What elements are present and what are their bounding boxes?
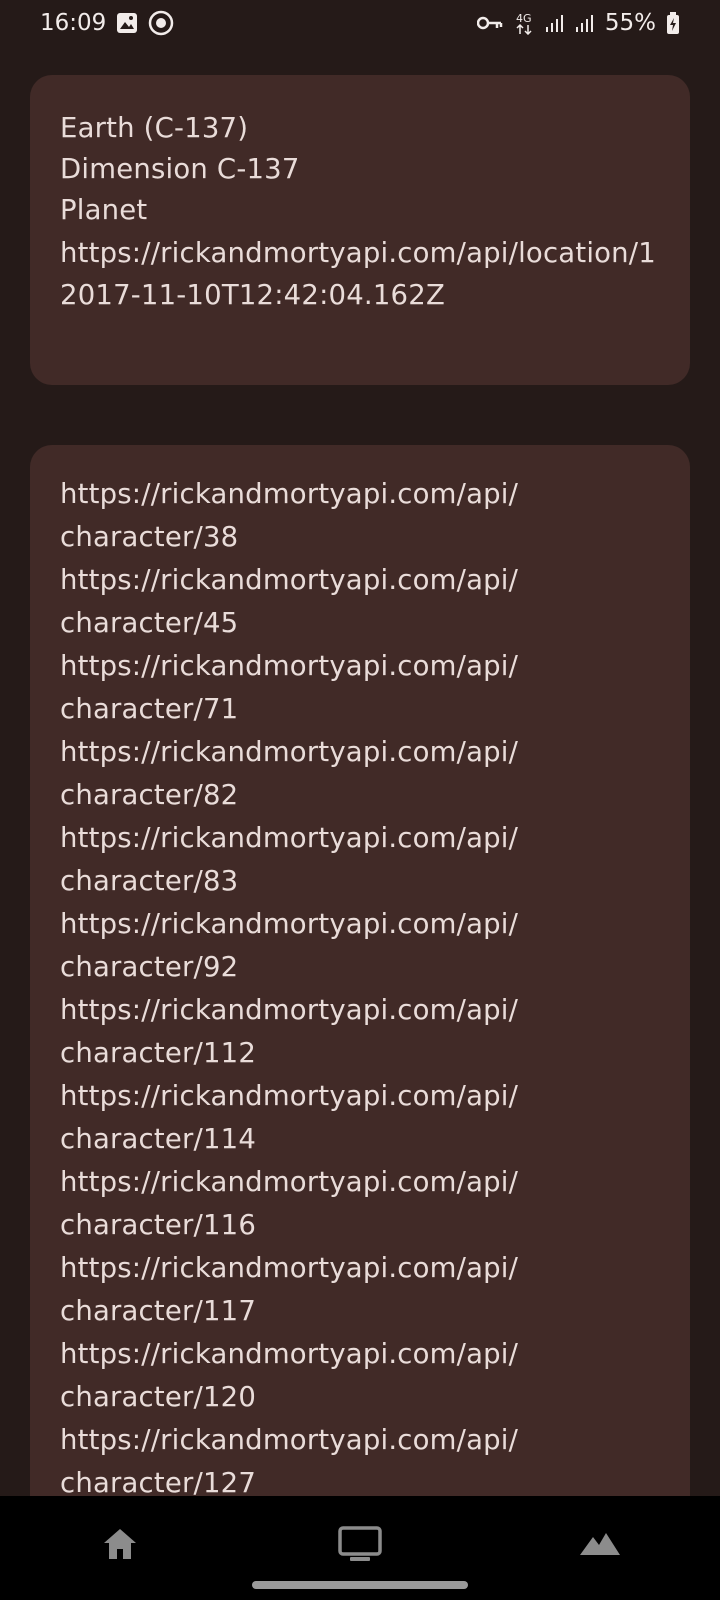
home-icon [102, 1527, 138, 1565]
svg-text:4G: 4G [516, 12, 532, 25]
4g-icon: 4G [513, 11, 535, 35]
residents-card: https://rickandmortyapi.com/api/characte… [30, 445, 690, 1585]
clock: 16:09 [40, 10, 107, 36]
status-left: 16:09 [40, 10, 174, 36]
battery-icon [666, 11, 680, 35]
resident-url: https://rickandmortyapi.com/api/characte… [60, 478, 519, 553]
location-card: Earth (C-137) Dimension C-137 Planet htt… [30, 75, 690, 385]
content: Earth (C-137) Dimension C-137 Planet htt… [30, 75, 690, 1585]
home-button[interactable] [90, 1524, 150, 1568]
location-created: 2017-11-10T12:42:04.162Z [60, 279, 445, 311]
status-bar: 16:09 4G 55% [0, 0, 720, 46]
image-icon [116, 12, 138, 34]
key-icon [476, 15, 503, 31]
status-right: 4G 55% [476, 10, 680, 36]
battery-percent: 55% [604, 10, 656, 36]
location-url: https://rickandmortyapi.com/api/location… [60, 237, 656, 269]
location-type: Planet [60, 194, 148, 226]
monitor-icon [338, 1526, 382, 1566]
resident-url: https://rickandmortyapi.com/api/characte… [60, 564, 519, 639]
resident-url: https://rickandmortyapi.com/api/characte… [60, 650, 519, 725]
app-notification-icon [148, 10, 174, 36]
resident-url: https://rickandmortyapi.com/api/characte… [60, 1252, 519, 1327]
bottom-navigation [0, 1496, 720, 1600]
resident-url: https://rickandmortyapi.com/api/characte… [60, 1338, 519, 1413]
gesture-handle[interactable] [252, 1581, 468, 1589]
location-name: Earth (C-137) [60, 112, 249, 144]
location-dimension: Dimension C-137 [60, 153, 300, 185]
landscape-icon [579, 1531, 621, 1561]
resident-url: https://rickandmortyapi.com/api/characte… [60, 1080, 519, 1155]
resident-url: https://rickandmortyapi.com/api/characte… [60, 822, 519, 897]
resident-url: https://rickandmortyapi.com/api/characte… [60, 1166, 519, 1241]
resident-url: https://rickandmortyapi.com/api/characte… [60, 736, 519, 811]
signal-icon [575, 13, 595, 33]
monitor-button[interactable] [330, 1524, 390, 1568]
resident-url: https://rickandmortyapi.com/api/characte… [60, 1424, 519, 1499]
landscape-button[interactable] [570, 1524, 630, 1568]
signal-icon [545, 13, 565, 33]
resident-url: https://rickandmortyapi.com/api/characte… [60, 994, 519, 1069]
resident-url: https://rickandmortyapi.com/api/characte… [60, 908, 519, 983]
